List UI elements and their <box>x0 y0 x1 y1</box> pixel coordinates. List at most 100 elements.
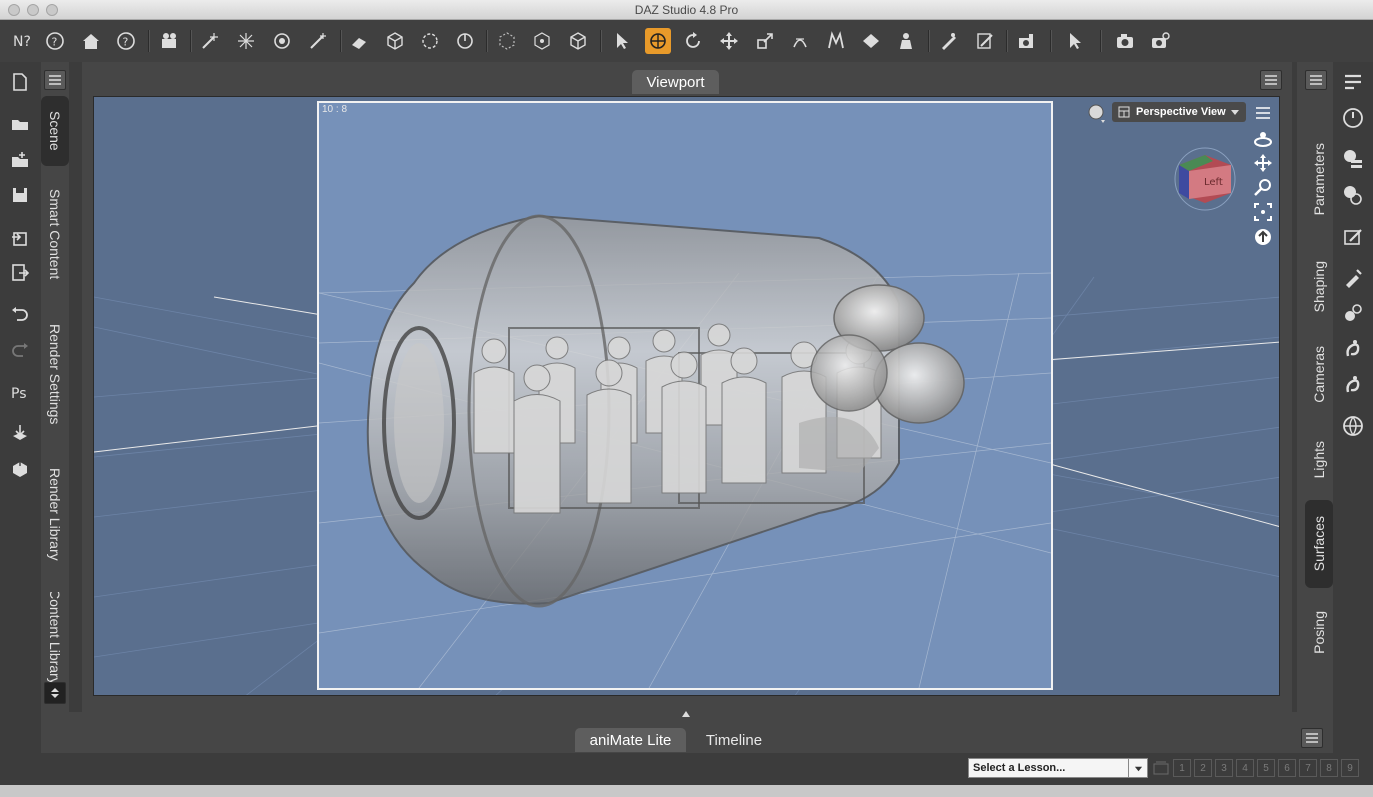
shaping-tool-icon[interactable] <box>972 28 998 54</box>
tab-render-settings[interactable]: Render Settings <box>41 312 69 437</box>
lesson-step-button[interactable]: 2 <box>1194 759 1212 777</box>
shader-builder-icon[interactable] <box>1340 182 1366 208</box>
chevron-down-icon <box>1128 759 1147 777</box>
cube-icon[interactable] <box>382 28 408 54</box>
tab-content-library[interactable]: Content Library <box>41 592 69 682</box>
svg-text:Ps: Ps <box>11 386 27 402</box>
geometry-editor-icon[interactable] <box>565 28 591 54</box>
left-pane-menu-icon[interactable] <box>44 70 66 90</box>
layout-icon[interactable] <box>1340 70 1366 96</box>
sphere-icon[interactable] <box>452 28 478 54</box>
render-frame <box>317 101 1053 690</box>
export-icon[interactable] <box>8 260 32 284</box>
surface-selection-icon[interactable] <box>787 28 813 54</box>
view-selector[interactable]: Perspective View <box>1112 102 1246 122</box>
cube-face-label: Left <box>1204 177 1223 188</box>
reset-view-icon[interactable] <box>1252 226 1274 248</box>
bottom-resize-strip[interactable] <box>0 785 1373 797</box>
right-pane-menu-icon[interactable] <box>1305 70 1327 90</box>
pose-icon[interactable] <box>1340 336 1366 362</box>
time-icon[interactable] <box>1340 105 1366 131</box>
lesson-step-button[interactable]: 3 <box>1215 759 1233 777</box>
null-icon[interactable] <box>494 28 520 54</box>
render-settings-icon[interactable] <box>1147 28 1173 54</box>
script-ide-icon[interactable] <box>1340 224 1366 250</box>
node-pick-icon[interactable] <box>1062 28 1088 54</box>
tab-posing[interactable]: Posing <box>1305 600 1333 665</box>
whats-this-icon[interactable]: N? <box>8 28 34 54</box>
draw-style-icon[interactable] <box>1086 102 1108 124</box>
undo-icon[interactable] <box>8 302 32 326</box>
scale-icon[interactable] <box>752 28 778 54</box>
tab-shaping[interactable]: Shaping <box>1305 247 1333 327</box>
lesson-step-button[interactable]: 6 <box>1278 759 1296 777</box>
primitive-icon[interactable] <box>346 28 372 54</box>
view-cube[interactable]: Left <box>1173 143 1237 211</box>
open-folder-icon[interactable] <box>8 112 32 136</box>
photoshop-bridge-icon[interactable]: Ps <box>8 380 32 404</box>
save-icon[interactable] <box>8 183 32 207</box>
help-icon[interactable]: ? <box>42 28 68 54</box>
install-icon[interactable] <box>8 456 32 480</box>
svg-text:?: ? <box>123 36 129 49</box>
lesson-step-button[interactable]: 7 <box>1299 759 1317 777</box>
joint-editor-icon[interactable] <box>529 28 555 54</box>
expand-arrow-icon[interactable] <box>682 711 690 717</box>
main-toolbar: N? ? ? <box>0 20 1373 62</box>
lesson-step-button[interactable]: 8 <box>1320 759 1338 777</box>
tab-viewport[interactable]: Viewport <box>632 70 719 94</box>
lesson-placeholder: Select a Lesson... <box>973 762 1066 774</box>
download-icon[interactable] <box>8 421 32 445</box>
environment-icon[interactable] <box>1340 413 1366 439</box>
property-editor-icon[interactable] <box>1340 265 1366 291</box>
viewport-menu-icon[interactable] <box>1252 102 1274 124</box>
zoom-icon[interactable] <box>1252 176 1274 198</box>
tab-lights[interactable]: Lights <box>1305 432 1333 487</box>
tab-scroll-icon[interactable] <box>44 682 66 704</box>
weight-map-icon[interactable] <box>936 28 962 54</box>
home-icon[interactable] <box>78 28 104 54</box>
figure-icon[interactable] <box>893 28 919 54</box>
geometry-icon[interactable] <box>858 28 884 54</box>
svg-text:N?: N? <box>13 34 31 50</box>
bottom-pane-menu-icon[interactable] <box>1301 728 1323 748</box>
shader-mixer-icon[interactable] <box>1340 146 1366 172</box>
lesson-step-button[interactable]: 9 <box>1341 759 1359 777</box>
merge-icon[interactable] <box>8 148 32 172</box>
lesson-step-button[interactable]: 5 <box>1257 759 1275 777</box>
lesson-step-button[interactable]: 4 <box>1236 759 1254 777</box>
lesson-step-button[interactable]: 1 <box>1173 759 1191 777</box>
help-icon[interactable]: ? <box>113 28 139 54</box>
render-icon[interactable] <box>1112 28 1138 54</box>
rotate-icon[interactable] <box>680 28 706 54</box>
node-select-icon[interactable] <box>417 28 443 54</box>
frame-icon[interactable] <box>1252 201 1274 223</box>
tab-render-library[interactable]: Render Library <box>41 457 69 572</box>
pose-converter-icon[interactable] <box>1340 372 1366 398</box>
tab-cameras[interactable]: Cameras <box>1305 337 1333 412</box>
universal-tool-icon[interactable] <box>645 28 671 54</box>
tab-smart-content[interactable]: Smart Content <box>41 174 69 294</box>
tab-parameters[interactable]: Parameters <box>1305 132 1333 227</box>
camera-tool-icon[interactable] <box>1014 28 1040 54</box>
scene-group-icon[interactable] <box>156 28 182 54</box>
property-hierarchy-icon[interactable] <box>1340 300 1366 326</box>
orbit-icon[interactable] <box>1252 128 1274 150</box>
tab-timeline[interactable]: Timeline <box>696 728 772 752</box>
distant-light-icon[interactable] <box>269 28 295 54</box>
text-icon[interactable] <box>823 28 849 54</box>
pointer-icon[interactable] <box>609 28 635 54</box>
tab-surfaces[interactable]: Surfaces <box>1305 500 1333 588</box>
new-file-icon[interactable] <box>8 70 32 94</box>
translate-icon[interactable] <box>716 28 742 54</box>
tab-scene[interactable]: Scene <box>41 96 69 166</box>
tab-animate-lite[interactable]: aniMate Lite <box>575 728 686 752</box>
import-icon[interactable] <box>8 225 32 249</box>
pan-icon[interactable] <box>1252 152 1274 174</box>
point-light-icon[interactable] <box>233 28 259 54</box>
view-name-label: Perspective View <box>1136 106 1226 118</box>
viewport-pane-menu-icon[interactable] <box>1260 70 1282 90</box>
spot-light-icon[interactable] <box>197 28 223 54</box>
lesson-select[interactable]: Select a Lesson... <box>968 758 1148 778</box>
linear-light-icon[interactable] <box>305 28 331 54</box>
